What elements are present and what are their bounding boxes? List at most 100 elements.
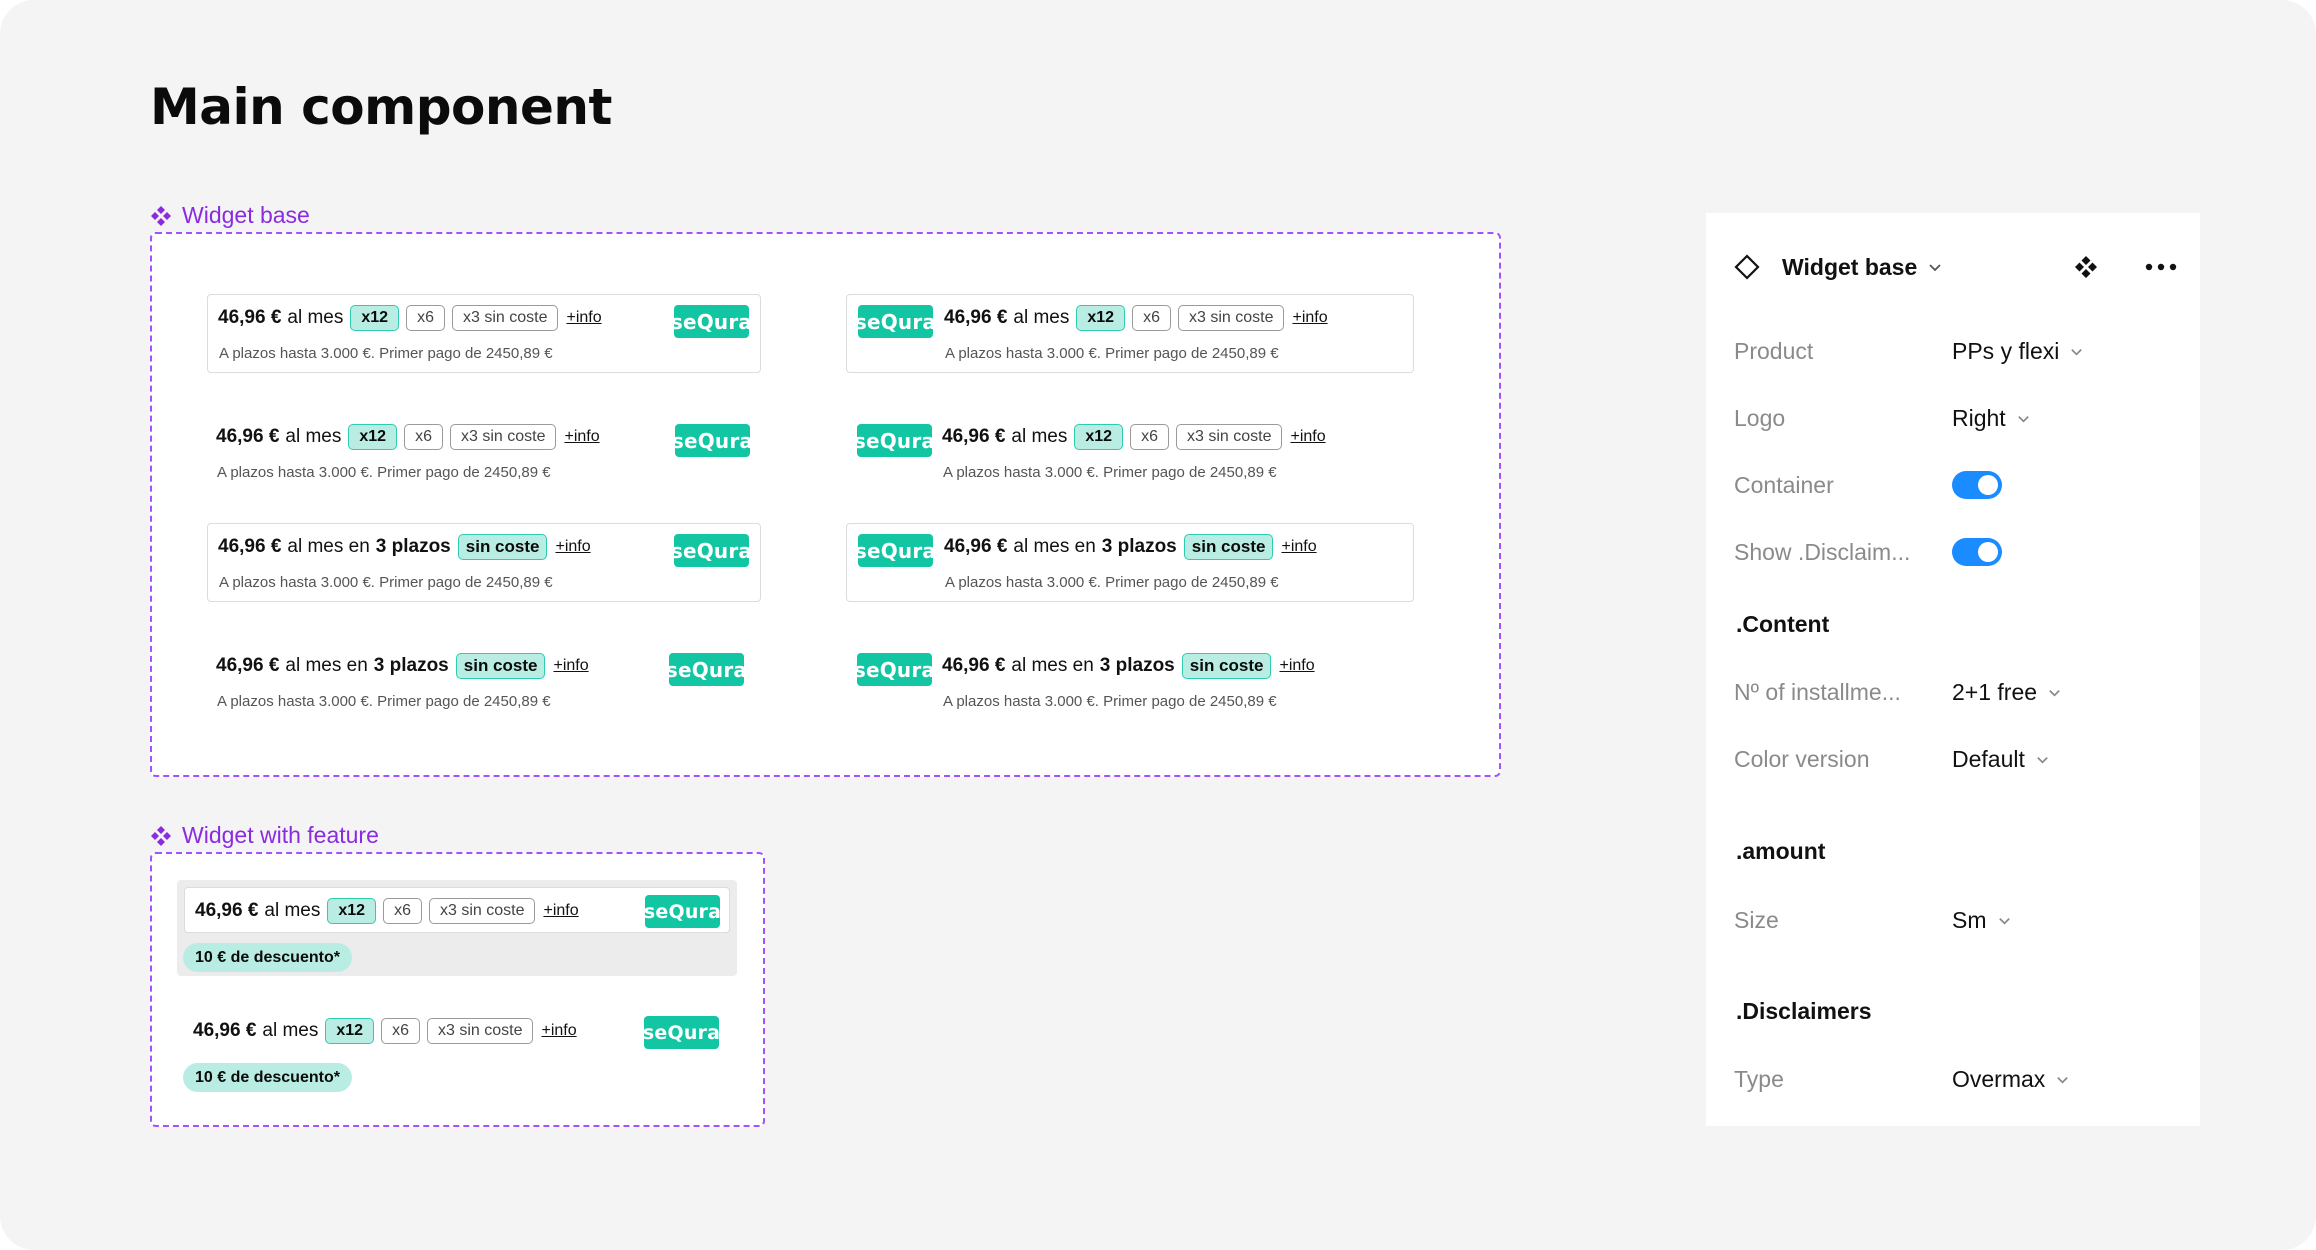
- instance-diamond-icon: [1734, 254, 1760, 280]
- disclaimer: A plazos hasta 3.000 €. Primer pago de 2…: [219, 574, 553, 591]
- component-icon: [151, 205, 171, 226]
- per-month: al mes: [1011, 426, 1068, 447]
- prop-dropdown[interactable]: PPs y flexi: [1952, 338, 2084, 365]
- chip-x6[interactable]: x6: [381, 1018, 420, 1044]
- prop-container[interactable]: Container: [1734, 465, 2174, 505]
- amount: 46,96 €: [218, 307, 282, 328]
- disclaimer: A plazos hasta 3.000 €. Primer pago de 2…: [217, 693, 551, 710]
- chip-x12[interactable]: x12: [327, 898, 377, 924]
- info-link[interactable]: +info: [543, 902, 578, 920]
- chip-sin-coste[interactable]: sin coste: [457, 534, 548, 560]
- amount: 46,96 €: [216, 655, 280, 676]
- frame-label-widget-base[interactable]: Widget base: [150, 202, 310, 229]
- chip-x3[interactable]: x3 sin coste: [449, 424, 557, 450]
- chip-x3[interactable]: x3 sin coste: [1175, 424, 1283, 450]
- prop-label: Container: [1734, 471, 1834, 498]
- discount-badge: 10 € de descuento*: [183, 943, 352, 972]
- widget-variant[interactable]: seQura 46,96 € al mes x12 x6 x3 sin cost…: [846, 414, 1414, 493]
- widget-variant[interactable]: 46,96 € al mes en 3 plazos sin coste +in…: [207, 643, 761, 722]
- info-link[interactable]: +info: [564, 428, 599, 446]
- more-options-icon[interactable]: [2143, 253, 2179, 281]
- widget-variant[interactable]: 46,96 € al mes x12 x6 x3 sin coste +info…: [184, 1008, 730, 1054]
- prop-label: Product: [1734, 337, 1814, 364]
- chip-x12[interactable]: x12: [348, 424, 398, 450]
- prop-product[interactable]: Product PPs y flexi: [1734, 331, 2174, 371]
- prop-dropdown[interactable]: Default: [1952, 746, 2050, 773]
- prop-logo[interactable]: Logo Right: [1734, 398, 2174, 438]
- chip-x12[interactable]: x12: [350, 305, 400, 331]
- info-link[interactable]: +info: [566, 309, 601, 327]
- widget-variant[interactable]: seQura 46,96 € al mes x12 x6 x3 sin cost…: [846, 294, 1414, 373]
- chip-x3[interactable]: x3 sin coste: [1177, 305, 1285, 331]
- chip-x6[interactable]: x6: [1130, 424, 1169, 450]
- plazos: 3 plazos: [375, 536, 451, 557]
- prop-type[interactable]: Type Overmax: [1734, 1059, 2174, 1099]
- chevron-down-icon[interactable]: [1927, 259, 1943, 275]
- chevron-down-icon: [2049, 689, 2060, 697]
- show-disclaimer-toggle[interactable]: [1952, 538, 2002, 566]
- section-title-content: .Content: [1736, 611, 1830, 637]
- widget-variant[interactable]: 46,96 € al mes x12 x6 x3 sin coste +info…: [184, 887, 730, 933]
- widget-variant[interactable]: seQura 46,96 € al mes en 3 plazos sin co…: [846, 643, 1414, 722]
- prop-dropdown[interactable]: Overmax: [1952, 1066, 2070, 1093]
- chevron-down-icon: [2037, 756, 2048, 764]
- panel-title[interactable]: Widget base: [1782, 254, 1917, 281]
- info-link[interactable]: +info: [1292, 309, 1327, 327]
- prop-value: 2+1 free: [1952, 678, 2038, 705]
- info-link[interactable]: +info: [1290, 428, 1325, 446]
- frame-label-widget-with-feature[interactable]: Widget with feature: [150, 822, 379, 849]
- section-title-disclaimers: .Disclaimers: [1736, 998, 1872, 1024]
- sequra-logo: seQura: [643, 1016, 720, 1049]
- per-month-in: al mes en: [1013, 536, 1096, 557]
- prop-label: Type: [1734, 1065, 1784, 1092]
- chip-sin-coste[interactable]: sin coste: [1183, 534, 1274, 560]
- component-icon: [151, 825, 171, 846]
- chip-x12[interactable]: x12: [1074, 424, 1124, 450]
- chevron-down-icon: [2017, 415, 2029, 423]
- amount: 46,96 €: [944, 536, 1008, 557]
- prop-dropdown[interactable]: 2+1 free: [1952, 679, 2062, 706]
- prop-color-version[interactable]: Color version Default: [1734, 739, 2174, 779]
- chip-x6[interactable]: x6: [1132, 305, 1171, 331]
- info-link[interactable]: +info: [553, 657, 588, 675]
- prop-show-disclaimer[interactable]: Show .Disclaim...: [1734, 532, 2174, 572]
- amount: 46,96 €: [942, 426, 1006, 447]
- per-month: al mes: [285, 426, 342, 447]
- info-link[interactable]: +info: [541, 1022, 576, 1040]
- prop-installments[interactable]: Nº of installme... 2+1 free: [1734, 672, 2174, 712]
- prop-dropdown[interactable]: Right: [1952, 405, 2031, 432]
- per-month-in: al mes en: [1011, 655, 1094, 676]
- prop-size[interactable]: Size Sm: [1734, 900, 2174, 940]
- per-month: al mes: [1013, 307, 1070, 328]
- prop-value: Right: [1952, 404, 2006, 431]
- frame-label-text: Widget with feature: [182, 822, 379, 848]
- per-month: al mes: [264, 900, 321, 921]
- chip-x3[interactable]: x3 sin coste: [428, 898, 536, 924]
- widget-variant[interactable]: 46,96 € al mes x12 x6 x3 sin coste +info…: [207, 414, 761, 493]
- sequra-logo: seQura: [671, 305, 752, 338]
- disclaimer: A plazos hasta 3.000 €. Primer pago de 2…: [945, 345, 1279, 362]
- chip-x3[interactable]: x3 sin coste: [451, 305, 559, 331]
- component-icon[interactable]: [2074, 255, 2098, 279]
- chip-x6[interactable]: x6: [406, 305, 445, 331]
- chip-x6[interactable]: x6: [383, 898, 422, 924]
- widget-variant[interactable]: 46,96 € al mes x12 x6 x3 sin coste +info…: [207, 294, 761, 373]
- per-month-in: al mes en: [287, 536, 370, 557]
- prop-value: Default: [1952, 745, 2025, 772]
- prop-dropdown[interactable]: Sm: [1952, 907, 2012, 934]
- chip-x3[interactable]: x3 sin coste: [426, 1018, 534, 1044]
- container-toggle[interactable]: [1952, 471, 2002, 499]
- widget-variant[interactable]: 46,96 € al mes en 3 plazos sin coste +in…: [207, 523, 761, 602]
- info-link[interactable]: +info: [555, 538, 590, 556]
- chevron-down-icon: [2057, 1076, 2069, 1084]
- chip-x12[interactable]: x12: [1076, 305, 1126, 331]
- page-title: Main component: [150, 78, 612, 136]
- widget-variant[interactable]: seQura 46,96 € al mes en 3 plazos sin co…: [846, 523, 1414, 602]
- prop-label: Size: [1734, 906, 1779, 933]
- info-link[interactable]: +info: [1279, 657, 1314, 675]
- chip-x12[interactable]: x12: [325, 1018, 375, 1044]
- chip-sin-coste[interactable]: sin coste: [455, 653, 546, 679]
- chip-x6[interactable]: x6: [404, 424, 443, 450]
- info-link[interactable]: +info: [1281, 538, 1316, 556]
- chip-sin-coste[interactable]: sin coste: [1181, 653, 1272, 679]
